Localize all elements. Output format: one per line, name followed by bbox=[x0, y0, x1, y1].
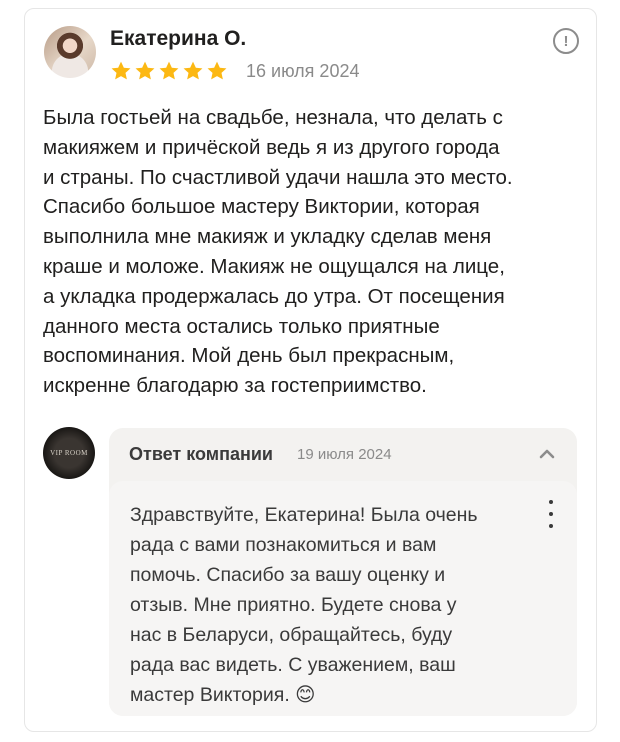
chevron-up-icon[interactable] bbox=[536, 443, 558, 465]
reply-date: 19 июля 2024 bbox=[297, 446, 392, 463]
user-avatar[interactable] bbox=[44, 26, 96, 78]
review-author[interactable]: Екатерина О. bbox=[110, 27, 246, 51]
reply-title: Ответ компании bbox=[129, 444, 273, 464]
company-avatar[interactable]: VIP ROOM bbox=[43, 427, 95, 479]
star-icon bbox=[182, 60, 204, 82]
rating-stars bbox=[110, 60, 228, 82]
star-icon bbox=[110, 60, 132, 82]
star-icon bbox=[158, 60, 180, 82]
reply-text: Здравствуйте, Екатерина! Была очень рада… bbox=[130, 504, 478, 706]
star-icon bbox=[206, 60, 228, 82]
review-date: 16 июля 2024 bbox=[246, 61, 360, 81]
more-vertical-icon[interactable] bbox=[544, 500, 558, 528]
star-icon bbox=[134, 60, 156, 82]
company-logo-text: VIP ROOM bbox=[50, 449, 88, 457]
info-icon[interactable]: ! bbox=[553, 28, 579, 54]
review-text: Была гостьей на свадьбе, незнала, что де… bbox=[43, 106, 513, 398]
